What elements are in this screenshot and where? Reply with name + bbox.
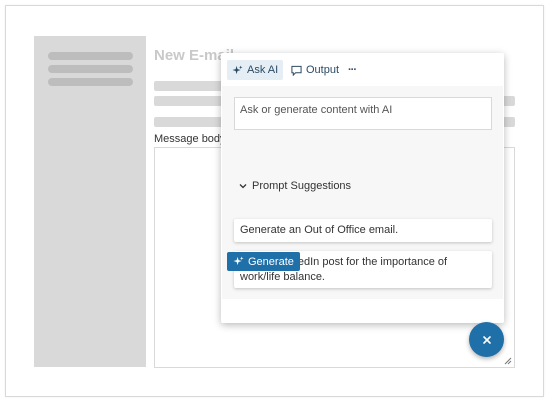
sidebar-skeleton-line	[48, 52, 133, 60]
close-ai-fab[interactable]	[469, 322, 504, 357]
prompt-suggestions-toggle[interactable]: Prompt Suggestions	[239, 180, 351, 192]
ai-assist-popup: Ask AI Output ··· Prompt Suggestions Gen…	[221, 53, 504, 323]
comment-icon	[291, 65, 302, 76]
generate-button[interactable]: Generate	[227, 252, 300, 271]
resize-grip-icon[interactable]	[504, 357, 512, 365]
sparkle-icon	[233, 256, 244, 266]
close-icon	[482, 335, 491, 344]
generate-label: Generate	[248, 255, 294, 268]
sidebar-skeleton-line	[48, 78, 133, 86]
more-options-button[interactable]: ···	[343, 60, 361, 80]
sparkle-icon	[232, 64, 243, 74]
ask-ai-label: Ask AI	[247, 64, 279, 76]
message-body-label: Message body	[154, 133, 226, 145]
ai-prompt-input[interactable]	[234, 97, 492, 130]
ai-toolbar: Ask AI Output ···	[221, 53, 504, 86]
prompt-suggestions-label: Prompt Suggestions	[252, 180, 352, 192]
output-label: Output	[306, 64, 340, 76]
chevron-down-icon	[239, 184, 247, 189]
output-tab[interactable]: Output	[286, 60, 344, 80]
email-sidebar-placeholder	[34, 36, 146, 367]
prompt-suggestion-item[interactable]: Generate an Out of Office email.	[234, 219, 492, 242]
sidebar-skeleton-line	[48, 65, 133, 73]
more-icon: ···	[348, 64, 357, 76]
ask-ai-tab[interactable]: Ask AI	[227, 60, 284, 80]
